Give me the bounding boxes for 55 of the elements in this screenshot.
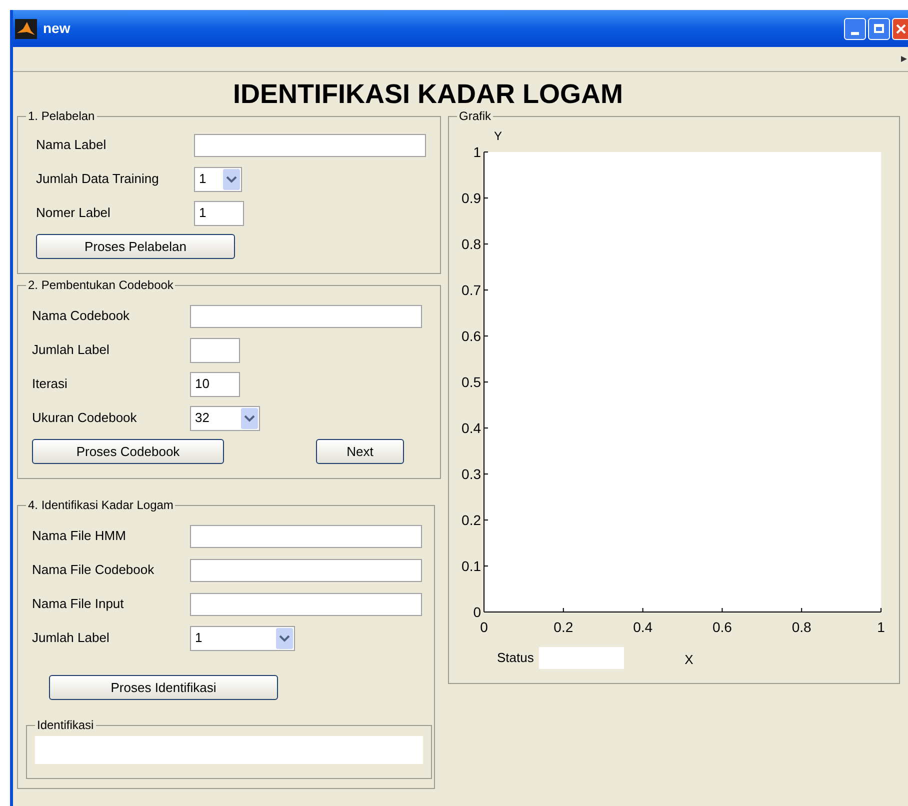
text-field[interactable]: [190, 524, 422, 548]
y-axis-label: Y: [494, 129, 502, 143]
text-field[interactable]: [190, 558, 422, 582]
x-tick-label: 0.4: [633, 619, 653, 635]
x-axis-label: X: [684, 652, 694, 667]
field-label: Jumlah Label: [32, 629, 110, 648]
minimize-button[interactable]: [844, 18, 866, 40]
close-icon: [896, 24, 906, 34]
action-button[interactable]: Proses Pelabelan: [36, 234, 235, 259]
field-label: Nama File Input: [32, 595, 125, 614]
field-label: Jumlah Label: [32, 341, 110, 360]
x-tick-label: 0.8: [792, 619, 812, 635]
app-icon: [15, 18, 37, 38]
status-label: Status: [497, 649, 534, 668]
field-label: Nama File HMM: [32, 527, 127, 546]
text-field[interactable]: [194, 134, 426, 156]
dropdown[interactable]: 1: [194, 166, 242, 192]
field-label: Nomer Label: [36, 204, 112, 222]
y-tick-label: 0.4: [462, 420, 481, 436]
action-button[interactable]: Proses Codebook: [32, 439, 224, 464]
field-label: Ukuran Codebook: [32, 409, 138, 428]
field-label: Nama Codebook: [32, 307, 131, 326]
y-tick-label: 0.5: [462, 374, 481, 390]
number-field[interactable]: [190, 338, 240, 362]
x-tick-label: 1: [877, 619, 885, 635]
field-label: Iterasi: [32, 375, 68, 394]
maximize-button[interactable]: [868, 18, 890, 40]
page-heading: IDENTIFIKASI KADAR LOGAM: [233, 78, 623, 111]
text-field[interactable]: [190, 304, 422, 328]
y-tick-label: 0: [473, 604, 481, 620]
number-field[interactable]: 1: [194, 200, 244, 226]
x-tick-label: 0.6: [712, 619, 732, 635]
x-tick-label: 0.2: [554, 619, 574, 635]
y-tick-label: 0.9: [462, 190, 481, 206]
text-field[interactable]: [190, 592, 422, 616]
dropdown[interactable]: 1: [190, 626, 295, 650]
number-field[interactable]: 10: [190, 372, 240, 396]
field-label: Nama Label: [36, 136, 108, 154]
group-title: 4. Identifikasi Kadar Logam: [26, 497, 176, 513]
action-button[interactable]: Next: [316, 439, 404, 464]
y-tick-label: 0.1: [462, 558, 481, 574]
close-button[interactable]: [892, 18, 908, 40]
action-button[interactable]: Proses Identifikasi: [49, 675, 278, 700]
y-tick-label: 1: [473, 144, 481, 160]
x-tick-label: 0: [480, 619, 488, 635]
y-tick-label: 0.3: [462, 466, 481, 482]
dock-arrow-icon[interactable]: [901, 56, 907, 62]
y-tick-label: 0.7: [462, 282, 481, 298]
y-tick-label: 0.8: [462, 236, 481, 252]
field-label: Nama File Codebook: [32, 561, 156, 580]
y-tick-label: 0.6: [462, 328, 481, 344]
y-tick-label: 0.2: [462, 512, 481, 528]
field-label: Jumlah Data Training: [36, 170, 160, 188]
dropdown[interactable]: 32: [190, 406, 260, 430]
window-title: new: [43, 19, 70, 38]
